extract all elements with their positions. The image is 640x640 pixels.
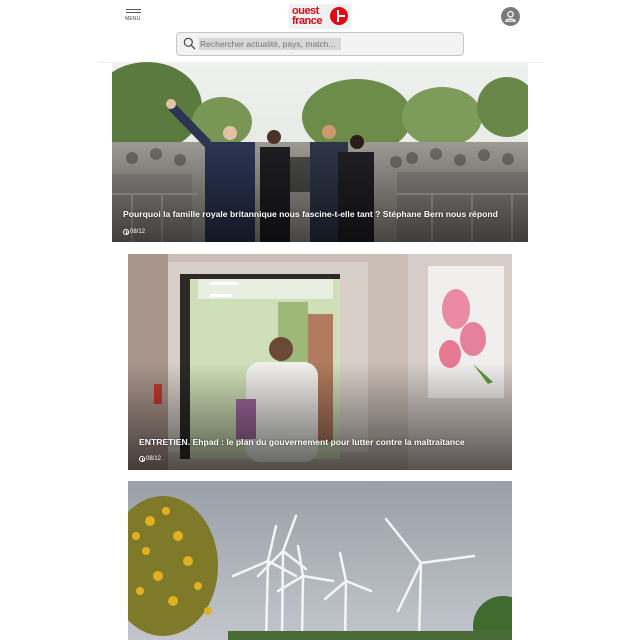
search-bar[interactable] <box>176 32 464 56</box>
clock-icon <box>139 456 145 462</box>
logo-mark-icon <box>330 7 348 25</box>
clock-icon <box>123 229 129 235</box>
user-account-button[interactable] <box>501 7 520 26</box>
article-date: 08/12 <box>123 229 145 235</box>
article-date-text: 08/12 <box>130 229 146 235</box>
logo-text-line2: france <box>292 15 323 27</box>
article-photo <box>128 481 512 640</box>
article-card[interactable]: Pourquoi la famille royale britannique n… <box>112 62 528 242</box>
menu-label: MENU <box>125 16 141 22</box>
article-date-text: 08/12 <box>146 456 162 462</box>
search-icon <box>183 37 196 50</box>
menu-icon-bar <box>126 9 141 10</box>
ouest-france-logo[interactable]: ouest france <box>289 4 351 29</box>
menu-icon-bar <box>126 12 141 13</box>
user-icon <box>505 11 516 22</box>
article-title[interactable]: Pourquoi la famille royale britannique n… <box>123 209 518 220</box>
article-date: 08/12 <box>139 456 161 462</box>
search-input[interactable] <box>199 38 341 50</box>
article-card[interactable] <box>128 481 512 640</box>
article-title[interactable]: ENTRETIEN. Ehpad : le plan du gouverneme… <box>139 437 502 448</box>
menu-button[interactable]: MENU <box>125 8 142 24</box>
site-header: MENU ouest france <box>0 0 640 62</box>
article-card[interactable]: ENTRETIEN. Ehpad : le plan du gouverneme… <box>128 254 512 470</box>
